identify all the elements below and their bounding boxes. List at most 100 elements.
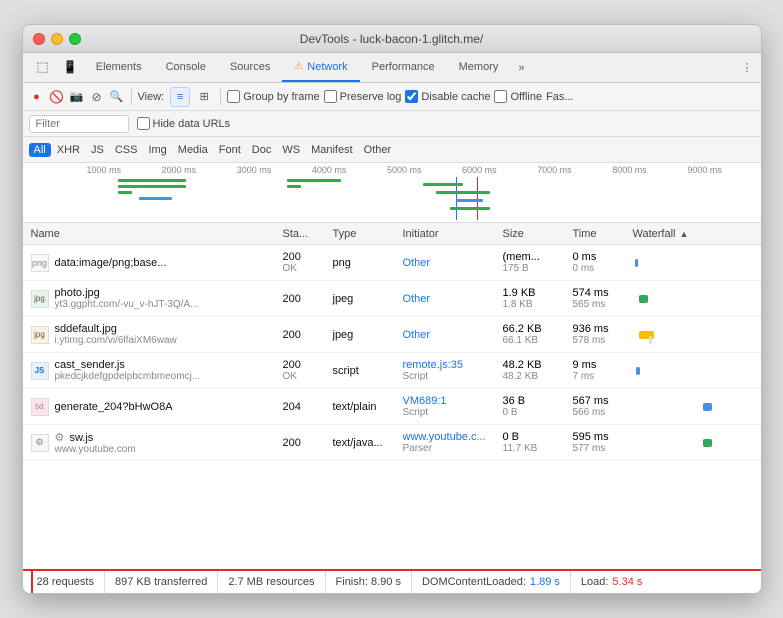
tab-console-label: Console: [166, 61, 206, 73]
maximize-button[interactable]: [69, 33, 81, 45]
row-name-cell: png data:image/png;base...: [23, 254, 283, 272]
grouped-view-button[interactable]: ⊞: [194, 87, 214, 107]
header-time[interactable]: Time: [573, 228, 633, 240]
group-by-frame-checkbox[interactable]: [227, 90, 240, 103]
row-size: 0 B 11.7 KB: [503, 431, 573, 454]
table-row[interactable]: jpg photo.jpg yt3.ggpht.com/-vu_v-hJT-3Q…: [23, 281, 761, 317]
minimize-button[interactable]: [51, 33, 63, 45]
row-status: 200: [283, 293, 333, 305]
type-filter-xhr[interactable]: XHR: [52, 143, 85, 157]
tab-sources[interactable]: Sources: [218, 53, 282, 82]
row-name-main: generate_204?bHwO8A: [55, 401, 173, 413]
row-icon: png: [31, 254, 49, 272]
waterfall-bar: [639, 331, 654, 339]
clear-button[interactable]: 🚫: [49, 89, 65, 105]
warning-icon: ⚠: [294, 61, 303, 72]
offline-checkbox[interactable]: [494, 90, 507, 103]
filter-input[interactable]: [29, 115, 129, 133]
type-filter-other[interactable]: Other: [359, 143, 397, 157]
timeline-bar-4: [287, 179, 341, 182]
row-name-main: cast_sender.js: [55, 359, 201, 371]
table-row[interactable]: txt generate_204?bHwO8A 204 text/plain V…: [23, 389, 761, 425]
status-transferred: 897 KB transferred: [105, 571, 218, 593]
row-name-sub: i.ytimg.com/vi/6lfaiXM6waw: [55, 335, 177, 346]
tab-device[interactable]: 📱: [57, 53, 84, 82]
row-status: 200 OK: [283, 251, 333, 274]
table-row[interactable]: JS cast_sender.js pkedcjkdefgpdelpbcmbme…: [23, 353, 761, 389]
tab-performance-label: Performance: [372, 61, 435, 73]
tab-performance[interactable]: Performance: [360, 53, 447, 82]
sort-arrow-icon: ▲: [680, 229, 689, 239]
record-button[interactable]: ●: [29, 89, 45, 105]
header-size[interactable]: Size: [503, 228, 573, 240]
grouped-view-icon: ⊞: [200, 90, 209, 103]
search-button[interactable]: 🔍: [109, 89, 125, 105]
type-filter-media[interactable]: Media: [173, 143, 213, 157]
preserve-log-label[interactable]: Preserve log: [324, 90, 402, 103]
tab-console[interactable]: Console: [154, 53, 218, 82]
row-name-text: photo.jpg yt3.ggpht.com/-vu_v-hJT-3Q/A..…: [55, 287, 199, 310]
titlebar: DevTools - luck-bacon-1.glitch.me/: [23, 25, 761, 53]
type-filter-img[interactable]: Img: [143, 143, 171, 157]
type-filter-ws[interactable]: WS: [277, 143, 305, 157]
row-size: 66.2 KB 66.1 KB: [503, 323, 573, 346]
type-filters: All XHR JS CSS Img Media Font Doc WS Man…: [23, 137, 761, 163]
header-status[interactable]: Sta...: [283, 228, 333, 240]
row-name-sub: pkedcjkdefgpdelpbcmbmeomcj...: [55, 371, 201, 382]
tab-settings[interactable]: ⋮: [734, 53, 761, 82]
status-load: Load: 5.34 s: [571, 571, 653, 593]
header-type[interactable]: Type: [333, 228, 403, 240]
type-filter-manifest[interactable]: Manifest: [306, 143, 358, 157]
timeline-label-6: 7000 ms: [535, 165, 610, 175]
hide-data-urls-checkbox[interactable]: [137, 117, 150, 130]
row-initiator: Other: [403, 329, 503, 341]
row-waterfall: [633, 425, 761, 460]
table-row[interactable]: ⚙ ⚙ sw.js www.youtube.com 200 text/java.…: [23, 425, 761, 461]
status-dom-value: 1.89 s: [530, 576, 560, 588]
tab-more[interactable]: »: [510, 53, 532, 82]
table-row[interactable]: jpg sddefault.jpg i.ytimg.com/vi/6lfaiXM…: [23, 317, 761, 353]
timeline-bar-8: [436, 191, 490, 194]
timeline-bar-10: [450, 207, 491, 210]
disable-cache-checkbox[interactable]: [405, 90, 418, 103]
view-label: View:: [138, 91, 165, 103]
filter-toggle-button[interactable]: ⊘: [89, 89, 105, 105]
preserve-log-checkbox[interactable]: [324, 90, 337, 103]
group-by-frame-label[interactable]: Group by frame: [227, 90, 319, 103]
timeline-bar-1: [118, 179, 186, 182]
status-resources: 2.7 MB resources: [218, 571, 325, 593]
close-button[interactable]: [33, 33, 45, 45]
row-status: 200: [283, 329, 333, 341]
camera-button[interactable]: 📷: [69, 89, 85, 105]
type-filter-css[interactable]: CSS: [110, 143, 143, 157]
type-filter-all[interactable]: All: [29, 143, 51, 157]
tab-elements[interactable]: Elements: [84, 53, 154, 82]
row-size: 48.2 KB 48.2 KB: [503, 359, 573, 382]
throttle-label: Fas...: [546, 91, 574, 103]
waterfall-bar-2: [649, 336, 652, 344]
header-waterfall[interactable]: Waterfall ▲: [633, 228, 761, 240]
tab-inspector[interactable]: ⬚: [29, 53, 57, 82]
type-filter-font[interactable]: Font: [214, 143, 246, 157]
header-initiator[interactable]: Initiator: [403, 228, 503, 240]
preserve-log-text: Preserve log: [340, 91, 402, 103]
tab-memory[interactable]: Memory: [447, 53, 511, 82]
row-status: 200 OK: [283, 359, 333, 382]
timeline-bar-7: [423, 183, 464, 186]
row-initiator: remote.js:35 Script: [403, 359, 503, 382]
disable-cache-label[interactable]: Disable cache: [405, 90, 490, 103]
waterfall-bar: [703, 403, 712, 411]
row-name-text: generate_204?bHwO8A: [55, 401, 173, 413]
hide-data-urls-label[interactable]: Hide data URLs: [137, 117, 231, 130]
list-view-button[interactable]: ≡: [170, 87, 190, 107]
table-row[interactable]: png data:image/png;base... 200 OK png Ot…: [23, 245, 761, 281]
timeline-bar-2: [118, 185, 186, 188]
tab-network[interactable]: ⚠ Network: [282, 53, 359, 82]
row-waterfall: [633, 317, 761, 352]
type-filter-doc[interactable]: Doc: [247, 143, 277, 157]
type-filter-js[interactable]: JS: [86, 143, 109, 157]
header-name[interactable]: Name: [23, 228, 283, 240]
row-name-cell: txt generate_204?bHwO8A: [23, 398, 283, 416]
status-bar: 28 requests 897 KB transferred 2.7 MB re…: [23, 569, 761, 593]
offline-label[interactable]: Offline: [494, 90, 542, 103]
